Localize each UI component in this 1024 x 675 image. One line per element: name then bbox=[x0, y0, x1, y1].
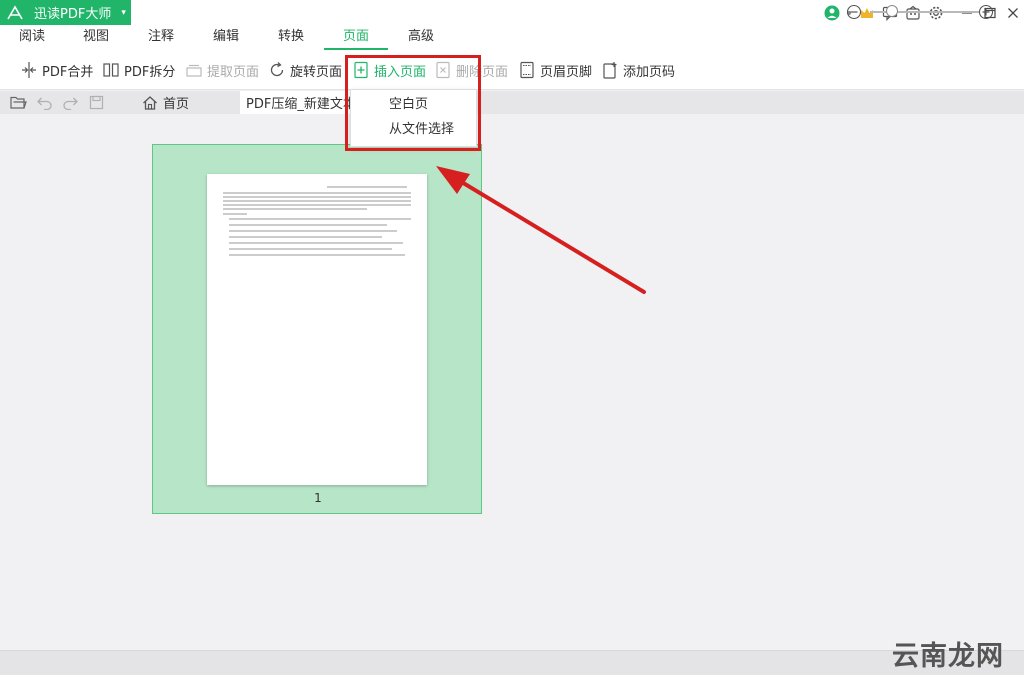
zoom-slider-handle[interactable] bbox=[886, 5, 898, 17]
red-arrow-annotation bbox=[436, 166, 646, 294]
status-bar bbox=[0, 650, 1024, 675]
zoom-in-icon[interactable] bbox=[978, 4, 994, 20]
zoom-out-icon[interactable] bbox=[846, 4, 862, 20]
watermark-text: 云南龙网 bbox=[892, 641, 1004, 672]
